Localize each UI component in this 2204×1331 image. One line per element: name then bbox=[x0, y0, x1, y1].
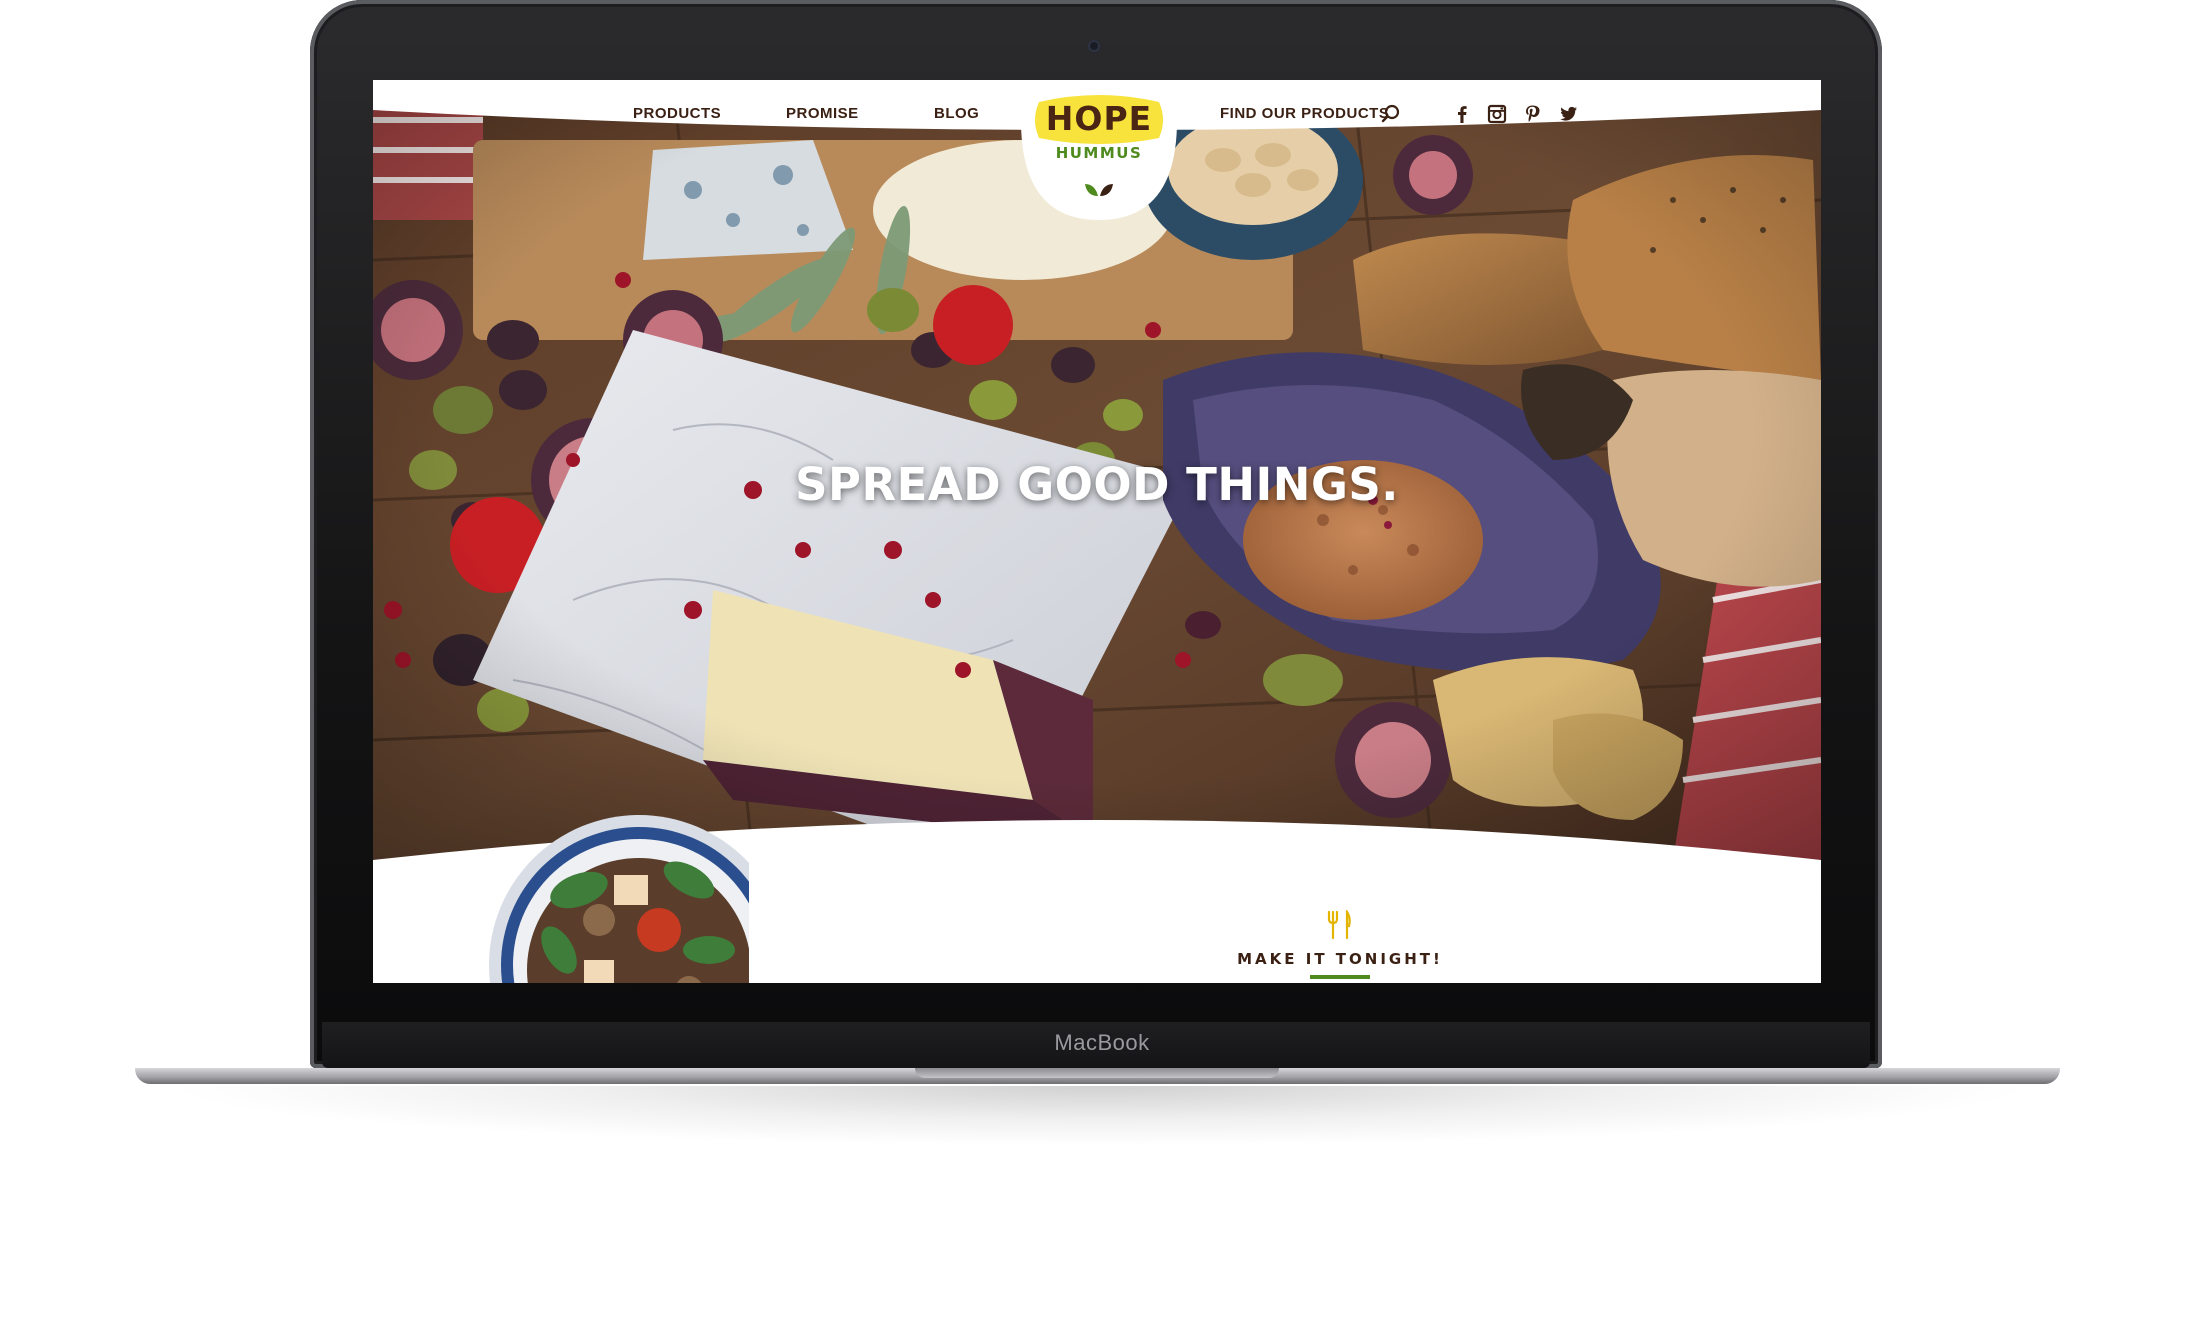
hero-headline: SPREAD GOOD THINGS. bbox=[795, 458, 1399, 511]
instagram-icon[interactable] bbox=[1486, 103, 1508, 125]
facebook-icon[interactable] bbox=[1451, 103, 1473, 125]
laptop-base-notch bbox=[915, 1068, 1279, 1078]
pinterest-icon[interactable] bbox=[1521, 103, 1543, 125]
device-brand-label: MacBook bbox=[1054, 1030, 1150, 1055]
logo-hummus-text: HUMMUS bbox=[1055, 144, 1143, 162]
website-screen: PRODUCTS PROMISE BLOG FIND OUR PRODUCTS … bbox=[373, 80, 1821, 983]
cta-underline bbox=[1310, 975, 1370, 979]
nav-find-our-products-link[interactable]: FIND OUR PRODUCTS bbox=[1220, 103, 1389, 125]
recipe-bowl-photo[interactable] bbox=[489, 800, 749, 983]
camera bbox=[1088, 40, 1100, 52]
nav-promise-link[interactable]: PROMISE bbox=[786, 103, 859, 125]
search-icon[interactable] bbox=[1380, 103, 1402, 125]
make-it-tonight-link[interactable]: MAKE IT TONIGHT! bbox=[1183, 950, 1497, 968]
twitter-icon[interactable] bbox=[1557, 103, 1579, 125]
logo-hope-text: HOPE bbox=[1045, 99, 1153, 138]
nav-blog-link[interactable]: BLOG bbox=[934, 103, 979, 125]
fork-knife-icon bbox=[1327, 910, 1351, 940]
laptop-shadow bbox=[160, 1086, 2040, 1146]
leaf-icon bbox=[1085, 184, 1113, 196]
nav-products-link[interactable]: PRODUCTS bbox=[633, 103, 721, 125]
